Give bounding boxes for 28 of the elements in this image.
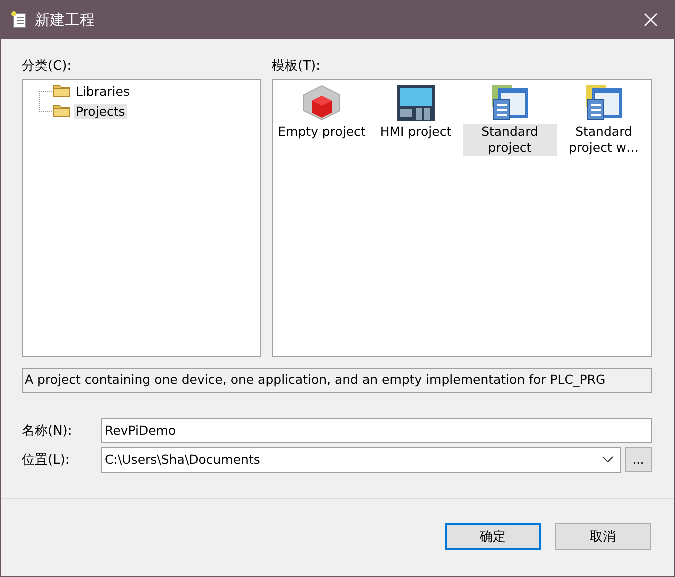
name-label: 名称(N): <box>22 422 74 440</box>
tree-connector-line <box>39 91 55 101</box>
template-item[interactable]: Standard project w… <box>557 124 651 156</box>
name-field[interactable]: RevPiDemo <box>101 418 652 443</box>
template-label: 模板(T): <box>272 58 322 76</box>
cube-icon <box>302 84 342 122</box>
location-combo[interactable]: C:\Users\Sha\Documents <box>101 446 621 472</box>
tree-connector-line <box>39 101 55 112</box>
template-item[interactable]: Standard project <box>463 124 557 156</box>
template-item[interactable]: HMI project <box>378 124 454 140</box>
folder-icon <box>53 104 71 118</box>
folder-icon <box>53 84 71 98</box>
tree-item[interactable]: Libraries <box>74 84 132 98</box>
browse-button[interactable]: ... <box>625 447 652 472</box>
category-label: 分类(C): <box>22 58 73 76</box>
window-title: 新建工程 <box>35 10 96 30</box>
location-label: 位置(L): <box>22 452 71 468</box>
ok-button[interactable]: 确定 <box>445 523 541 550</box>
monitor-icon <box>396 84 436 122</box>
tree-item[interactable]: Projects <box>74 104 128 118</box>
template-item[interactable]: Empty project <box>276 124 368 140</box>
window-document-icon <box>490 84 530 122</box>
cancel-button[interactable]: 取消 <box>555 523 651 550</box>
document-icon <box>11 11 27 29</box>
description-box: A project containing one device, one application, and an empty implementation for PLC_PRG <box>22 368 652 393</box>
close-icon[interactable] <box>644 13 658 27</box>
chevron-down-icon[interactable] <box>602 456 614 464</box>
window-document-icon <box>584 84 624 122</box>
